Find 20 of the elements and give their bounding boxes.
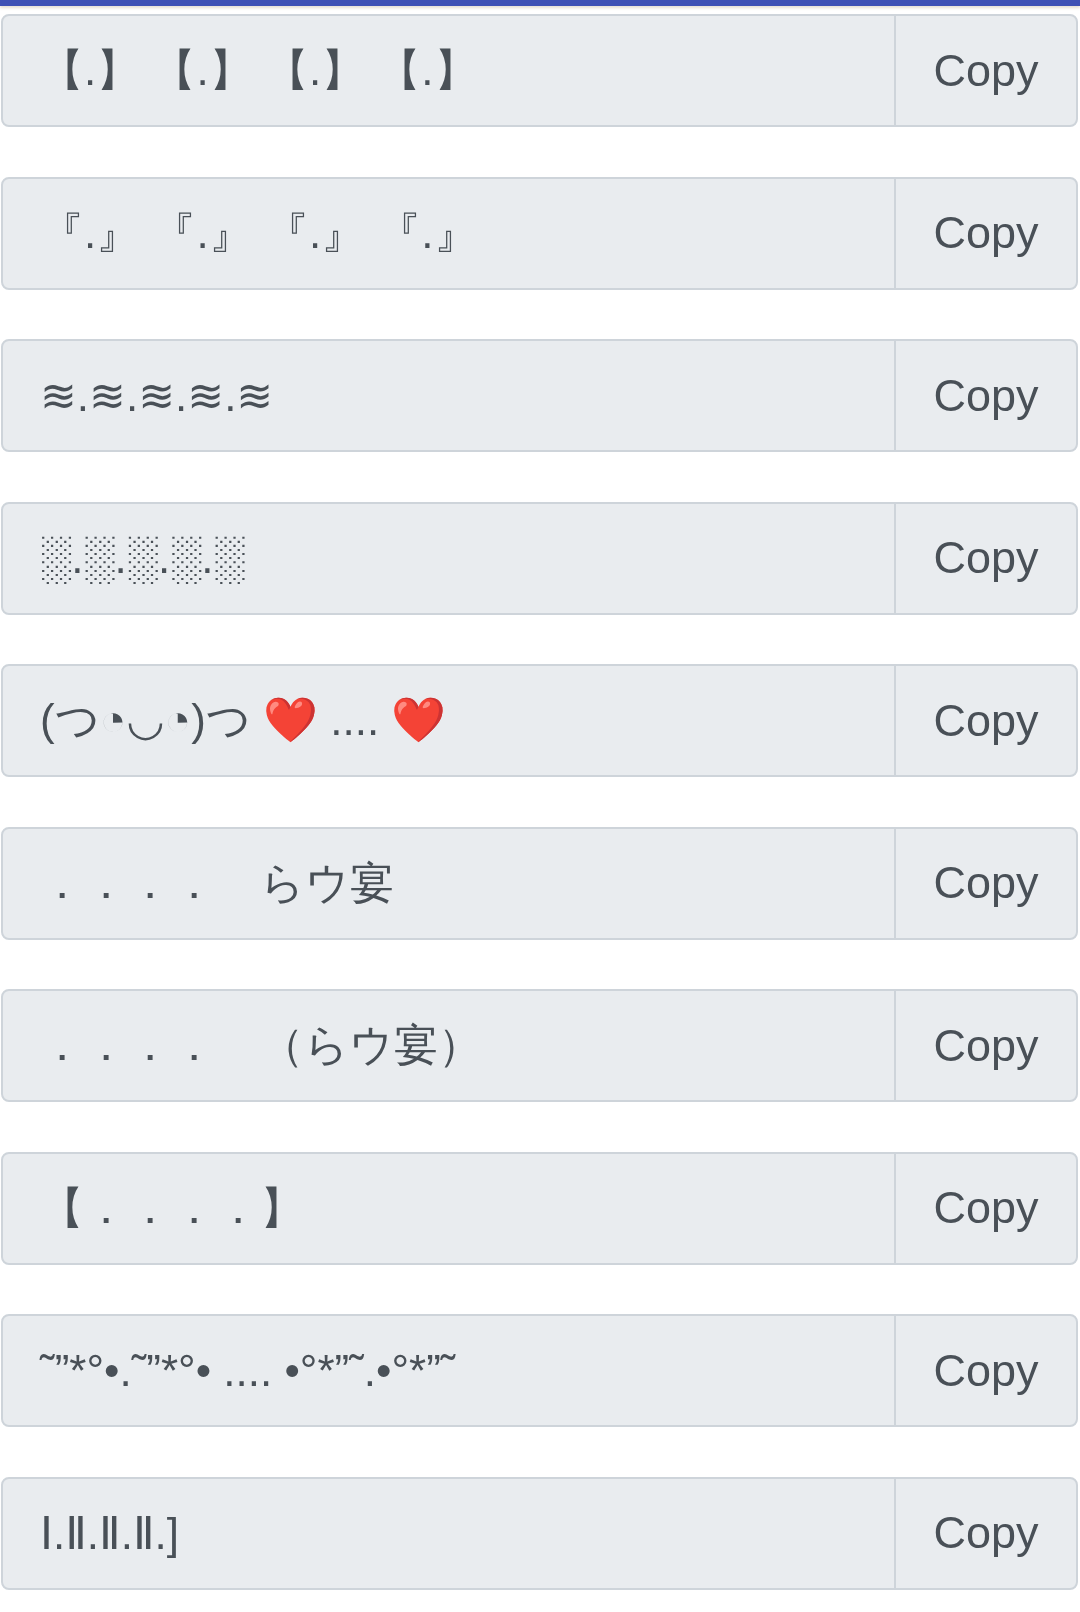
copy-button[interactable]: Copy [895,14,1078,127]
copy-button[interactable]: Copy [895,339,1078,452]
text-field[interactable]: ░.░.░.░.░ [1,501,895,615]
text-field[interactable]: ．．．． （らウ宴） [1,989,895,1102]
text-field[interactable]: (つ◔◡◔)つ ❤ .... ❤ [1,664,895,777]
copy-button[interactable]: Copy [895,176,1078,290]
text-field[interactable]: 【.】 【.】 【.】 【.】 [1,14,895,127]
copy-button[interactable]: Copy [895,1314,1078,1427]
copy-button[interactable]: Copy [895,501,1078,615]
copy-button[interactable]: Copy [895,989,1078,1102]
copy-button[interactable]: Copy [895,1476,1078,1590]
copy-button[interactable]: Copy [895,1151,1078,1265]
copy-button[interactable]: Copy [895,826,1078,940]
text-field[interactable]: 【．．．．】 [1,1151,895,1265]
text-field[interactable]: 『.』 『.』 『.』 『.』 [1,176,895,290]
text-field[interactable]: ˜”*°•.˜”*°• .... •°*”˜.•°*”˜ [1,1314,895,1427]
text-field[interactable]: Ⅰ.Ⅱ.Ⅱ.Ⅱ.] [1,1476,895,1590]
text-field[interactable]: ≋.≋.≋.≋.≋ [1,339,895,452]
copy-button[interactable]: Copy [895,664,1078,777]
text-field[interactable]: ．．．． らウ宴 [1,826,895,940]
